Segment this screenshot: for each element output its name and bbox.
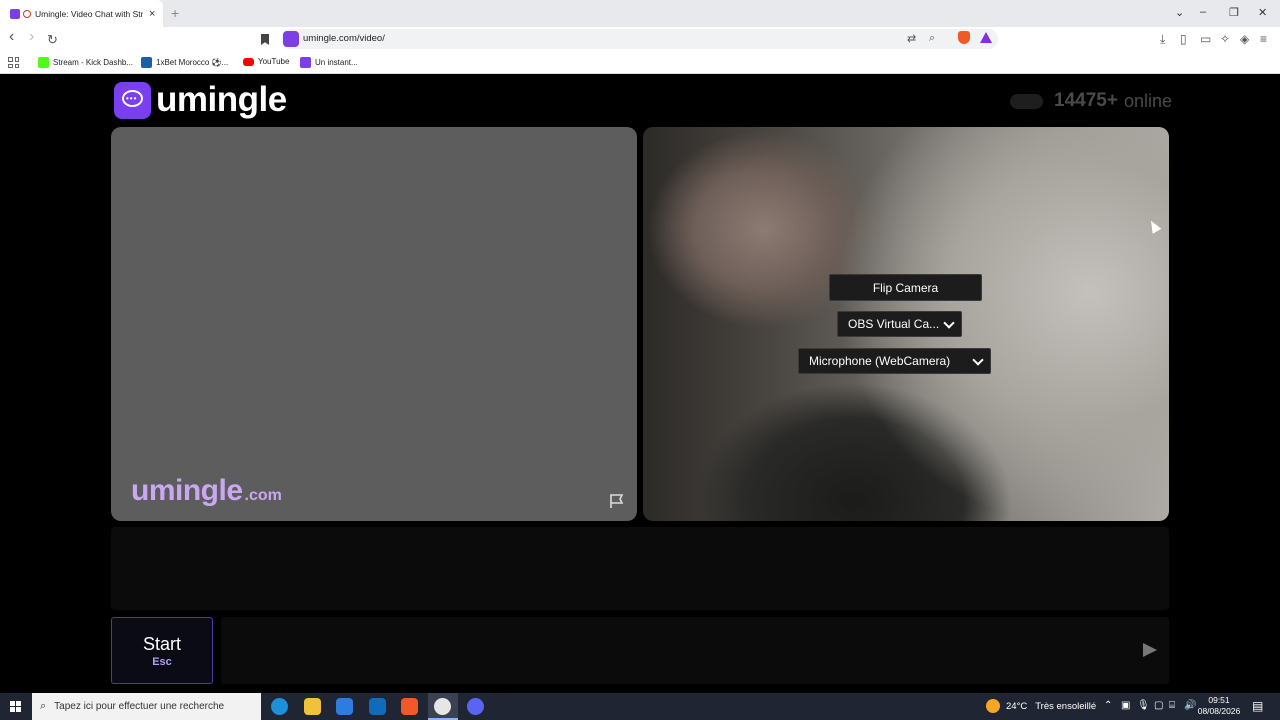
store-icon[interactable] [336,698,353,715]
bookmark-label: Stream - Kick Dashb... [53,58,134,67]
watermark-text: umingle [131,474,243,507]
obs-icon[interactable] [434,698,451,715]
microphone-select-value: Microphone (WebCamera) [809,354,951,368]
recording-indicator-icon [23,9,31,18]
file-explorer-icon[interactable] [304,698,321,715]
discord-icon[interactable] [467,698,484,715]
tray-chevron-icon[interactable]: ⌃ [1104,700,1112,711]
sidebar-icon[interactable]: ▯ [1180,32,1187,46]
bookmark-youtube[interactable]: YouTube [243,57,289,66]
browser-tab[interactable]: Umingle: Video Chat with Str × [0,0,163,27]
camera-select[interactable]: OBS Virtual Ca... [837,311,962,337]
bookmark-1xbet[interactable]: 1xBet Morocco ⚽... [141,57,228,68]
address-url[interactable]: umingle.com/video/ [303,33,385,44]
windows-taskbar: ⌕ Tapez ici pour effectuer une recherche… [0,693,1280,720]
umingle-logo-icon[interactable]: ••• [114,82,151,119]
chat-log [111,527,1169,610]
browser-tab-bar: Umingle: Video Chat with Str × + ⌄ – ❐ ✕ [0,0,1280,27]
windows-start-icon[interactable] [10,701,21,712]
notification-icon[interactable]: ▤ [1252,699,1263,713]
clock-time: 09:51 [1208,695,1230,705]
translate-icon[interactable]: ⇄ [907,32,916,45]
weather-widget[interactable]: 24°C Très ensoleillé [986,699,1096,713]
stranger-video: umingle .com [111,127,637,521]
forward-button[interactable]: › [29,28,34,46]
microphone-icon[interactable]: 🎙 [1137,700,1150,711]
youtube-icon [243,57,254,66]
chevron-down-icon [972,354,984,366]
clock-date: 08/08/2026 [1197,706,1241,716]
close-window-button[interactable]: ✕ [1258,6,1267,19]
theme-toggle[interactable] [1010,93,1044,109]
kick-icon [38,57,49,68]
brave-taskbar-icon[interactable] [401,698,418,715]
brave-rewards-icon[interactable] [980,32,992,43]
tab-list-dropdown-icon[interactable]: ⌄ [1175,6,1184,19]
browser-toolbar: ‹ › ↻ umingle.com/video/ ⇄ ⌕ ⤓ ▯ ▭ ✧ ◈ ≡ [0,27,1280,52]
outlook-icon[interactable] [369,698,386,715]
volume-icon[interactable]: 🔊 [1184,700,1196,711]
apps-grid-icon[interactable] [8,57,19,68]
umingle-watermark: umingle .com [131,474,282,508]
display-icon[interactable]: ▢ [1154,700,1163,711]
online-count: 14475+ [1054,90,1118,111]
start-button[interactable]: Start Esc [111,617,213,684]
bookmarks-bar: Stream - Kick Dashb... 1xBet Morocco ⚽..… [0,52,1280,74]
watermark-suffix: .com [244,487,282,504]
mouse-cursor-icon [1146,218,1162,234]
camera-select-value: OBS Virtual Ca... [848,317,940,331]
chevron-down-icon [943,317,955,329]
tray-app-icon[interactable]: ▣ [1121,700,1130,711]
bookmark-label: YouTube [258,57,290,66]
clock[interactable]: 09:51 08/08/2026 [1197,695,1241,717]
umingle-icon [300,57,311,68]
taskbar-search-placeholder: Tapez ici pour effectuer une recherche [54,701,225,712]
self-video: Flip Camera OBS Virtual Ca... Microphone… [643,127,1169,521]
bookmark-label: Un instant... [315,58,358,67]
tab-title: Umingle: Video Chat with Str [35,8,143,19]
bookmark-icon[interactable] [261,34,269,45]
bookmark-label: 1xBet Morocco ⚽... [156,58,229,67]
report-flag-icon[interactable] [609,493,625,509]
taskbar-search[interactable]: ⌕ Tapez ici pour effectuer une recherche [32,693,261,720]
umingle-favicon-icon [10,8,20,19]
search-icon: ⌕ [40,700,47,712]
download-icon[interactable]: ⤓ [1160,32,1165,47]
sun-icon [986,699,1000,713]
page-content: ••• umingle 14475+ online umingle .com F… [0,75,1280,693]
minimize-button[interactable]: – [1200,6,1206,18]
send-icon[interactable] [1143,643,1157,657]
flip-camera-button[interactable]: Flip Camera [829,274,982,301]
menu-icon[interactable]: ≡ [1260,32,1267,46]
leo-ai-icon[interactable]: ✧ [1220,32,1230,46]
logo-text[interactable]: umingle [156,80,287,120]
brave-shields-icon[interactable] [958,31,970,44]
maximize-button[interactable]: ❐ [1229,6,1239,19]
reload-button[interactable]: ↻ [47,32,58,48]
weather-text: Très ensoleillé [1035,700,1097,712]
1xbet-icon [141,57,152,68]
online-label: online [1123,90,1172,111]
bookmark-kick[interactable]: Stream - Kick Dashb... [38,57,133,68]
start-label: Start [142,633,181,654]
bookmark-un-instant[interactable]: Un instant... [300,57,358,68]
message-input[interactable] [221,617,1169,684]
site-info-icon[interactable] [283,31,299,47]
zoom-icon[interactable]: ⌕ [929,32,935,45]
edge-icon[interactable] [271,698,288,715]
network-icon[interactable]: ⌸ [1169,700,1175,711]
vpn-icon[interactable]: ◈ [1240,32,1249,46]
back-button[interactable]: ‹ [9,28,14,46]
address-bar[interactable]: umingle.com/video/ ⇄ ⌕ [281,29,998,49]
new-tab-button[interactable]: + [171,5,179,21]
online-indicator: 14475+ online [1010,90,1172,112]
start-shortcut: Esc [152,655,172,668]
weather-temp: 24°C [1006,700,1028,712]
tab-close-icon[interactable]: × [149,8,155,20]
microphone-select[interactable]: Microphone (WebCamera) [798,348,991,374]
wallet-icon[interactable]: ▭ [1200,32,1211,46]
